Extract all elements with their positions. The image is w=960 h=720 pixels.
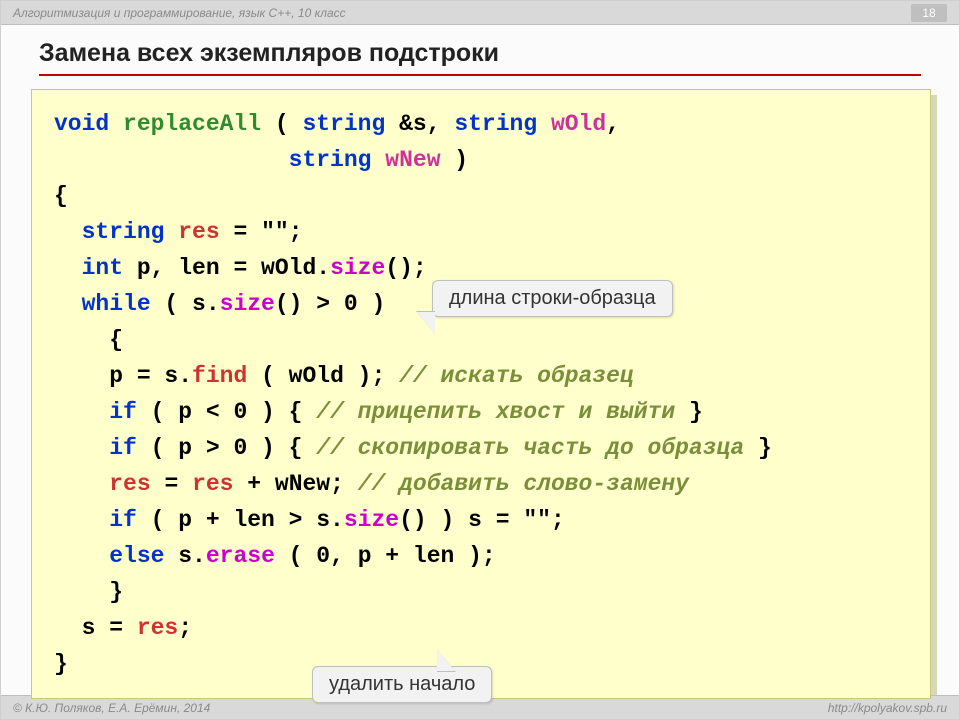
callout-tail-icon xyxy=(417,312,435,334)
callout-pattern-length: длина строки-образца xyxy=(432,280,673,317)
code-line-10: if ( p > 0 ) { // скопировать часть до о… xyxy=(54,430,908,466)
code-line-13: else s.erase ( 0, p + len ); xyxy=(54,538,908,574)
code-line-4: string res = ""; xyxy=(54,214,908,250)
slide-title: Замена всех экземпляров подстроки xyxy=(39,39,921,76)
page-number: 18 xyxy=(911,4,947,22)
code-box: void replaceAll ( string &s, string wOld… xyxy=(31,89,931,699)
code-line-3: { xyxy=(54,178,908,214)
code-line-15: s = res; xyxy=(54,610,908,646)
header-bar: Алгоритмизация и программирование, язык … xyxy=(1,1,959,25)
footer-copyright: © К.Ю. Поляков, Е.А. Ерёмин, 2014 xyxy=(13,701,210,715)
callout-erase-start: удалить начало xyxy=(312,666,492,703)
header-subject: Алгоритмизация и программирование, язык … xyxy=(13,6,346,20)
code-line-12: if ( p + len > s.size() ) s = ""; xyxy=(54,502,908,538)
code-line-9: if ( p < 0 ) { // прицепить хвост и выйт… xyxy=(54,394,908,430)
code-line-8: p = s.find ( wOld ); // искать образец xyxy=(54,358,908,394)
code-line-14: } xyxy=(54,574,908,610)
code-line-2: string wNew ) xyxy=(54,142,908,178)
code-line-7: { xyxy=(54,322,908,358)
callout-tail-icon xyxy=(437,649,455,671)
code-line-1: void replaceAll ( string &s, string wOld… xyxy=(54,106,908,142)
slide: Алгоритмизация и программирование, язык … xyxy=(0,0,960,720)
footer-url: http://kpolyakov.spb.ru xyxy=(828,701,947,715)
callout-erase-start-text: удалить начало xyxy=(329,673,475,695)
code-line-11: res = res + wNew; // добавить слово-заме… xyxy=(54,466,908,502)
code-area: void replaceAll ( string &s, string wOld… xyxy=(31,89,931,699)
callout-pattern-length-text: длина строки-образца xyxy=(449,287,656,309)
